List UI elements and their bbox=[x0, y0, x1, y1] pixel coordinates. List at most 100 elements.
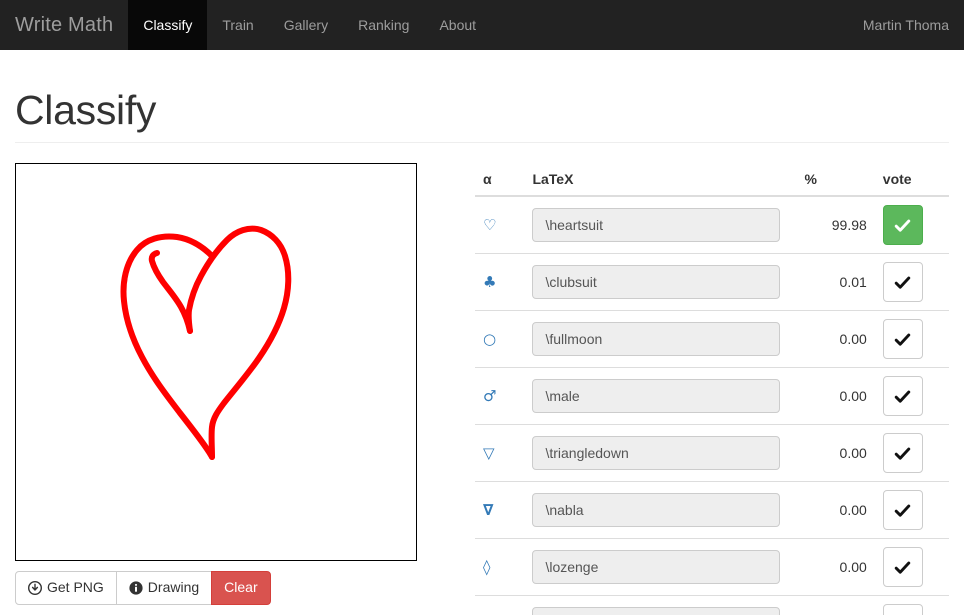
cell-symbol: ♣ bbox=[475, 254, 524, 311]
male-symbol[interactable]: ♂ bbox=[483, 387, 496, 405]
table-header-row: α LaTeX % vote bbox=[475, 163, 949, 196]
cell-latex bbox=[524, 539, 796, 596]
table-row: ◊ 0.00 bbox=[475, 539, 949, 596]
drawing-column: Get PNG Drawing Clear bbox=[15, 163, 475, 615]
table-head: α LaTeX % vote bbox=[475, 163, 949, 196]
vote-button[interactable] bbox=[883, 319, 923, 359]
cell-latex bbox=[524, 482, 796, 539]
canvas-toolbar: Get PNG Drawing Clear bbox=[15, 571, 460, 605]
cell-percent: 0.00 bbox=[796, 482, 874, 539]
top-navbar: Write Math Classify Train Gallery Rankin… bbox=[0, 0, 964, 50]
nav-links: Classify Train Gallery Ranking About bbox=[128, 0, 491, 50]
cell-symbol: ▽ bbox=[475, 425, 524, 482]
vote-button[interactable] bbox=[883, 433, 923, 473]
table-row: ♂ 0.00 bbox=[475, 368, 949, 425]
latex-input[interactable] bbox=[532, 436, 780, 470]
page-title: Classify bbox=[15, 88, 949, 133]
drawing-strokes bbox=[16, 164, 416, 560]
brand-link[interactable]: Write Math bbox=[0, 0, 128, 50]
vote-button[interactable] bbox=[883, 205, 923, 245]
cell-percent: 0.00 bbox=[796, 539, 874, 596]
vote-button[interactable] bbox=[883, 490, 923, 530]
vote-button[interactable] bbox=[883, 376, 923, 416]
results-column: α LaTeX % vote ♡ 99.98 ♣ 0.01 ○ 0.00 ♂ 0.00 ▽ 0.0… bbox=[475, 163, 949, 615]
check-icon bbox=[894, 217, 911, 234]
classification-results-table: α LaTeX % vote ♡ 99.98 ♣ 0.01 ○ 0.00 ♂ 0.00 ▽ 0.0… bbox=[475, 163, 949, 615]
get-png-label: Get PNG bbox=[47, 578, 104, 598]
canvas-button-group: Get PNG Drawing Clear bbox=[15, 571, 271, 605]
nav-item-ranking[interactable]: Ranking bbox=[343, 0, 424, 50]
latex-input[interactable] bbox=[532, 379, 780, 413]
cell-vote bbox=[875, 539, 949, 596]
check-icon bbox=[894, 502, 911, 519]
table-row: ♡ 99.98 bbox=[475, 196, 949, 254]
page-container: Classify bbox=[0, 88, 964, 615]
table-row: ▽ 0.00 bbox=[475, 425, 949, 482]
cell-percent: 0.00 bbox=[796, 368, 874, 425]
nabla-symbol[interactable]: ∇ bbox=[483, 501, 493, 519]
cell-percent: 99.98 bbox=[796, 196, 874, 254]
cell-symbol: ∇ bbox=[475, 482, 524, 539]
cell-symbol: ♡ bbox=[475, 196, 524, 254]
latex-input[interactable] bbox=[532, 493, 780, 527]
cell-vote bbox=[875, 368, 949, 425]
nav-item-train[interactable]: Train bbox=[207, 0, 268, 50]
latex-input[interactable] bbox=[532, 208, 780, 242]
header-latex: LaTeX bbox=[524, 163, 796, 196]
check-icon bbox=[894, 445, 911, 462]
cell-symbol: ⊙ bbox=[475, 596, 524, 615]
check-icon bbox=[894, 388, 911, 405]
table-row: ♣ 0.01 bbox=[475, 254, 949, 311]
get-png-button[interactable]: Get PNG bbox=[15, 571, 117, 605]
clear-button[interactable]: Clear bbox=[211, 571, 270, 605]
header-alpha: α bbox=[475, 163, 524, 196]
table-row: ∇ 0.00 bbox=[475, 482, 949, 539]
lozenge-symbol[interactable]: ◊ bbox=[483, 558, 490, 576]
drawing-info-button[interactable]: Drawing bbox=[116, 571, 212, 605]
cell-symbol: ◊ bbox=[475, 539, 524, 596]
vote-button[interactable] bbox=[883, 604, 923, 615]
latex-input[interactable] bbox=[532, 607, 780, 615]
cell-vote bbox=[875, 196, 949, 254]
cell-percent: 0.00 bbox=[796, 311, 874, 368]
cell-vote bbox=[875, 596, 949, 615]
header-vote: vote bbox=[875, 163, 949, 196]
latex-input[interactable] bbox=[532, 265, 780, 299]
page-header: Classify bbox=[15, 88, 949, 143]
cell-vote bbox=[875, 254, 949, 311]
cell-latex bbox=[524, 254, 796, 311]
cell-latex bbox=[524, 425, 796, 482]
cell-percent: 0.00 bbox=[796, 596, 874, 615]
fullmoon-symbol[interactable]: ○ bbox=[483, 330, 496, 348]
cell-percent: 0.01 bbox=[796, 254, 874, 311]
latex-input[interactable] bbox=[532, 322, 780, 356]
nav-item-about[interactable]: About bbox=[424, 0, 491, 50]
triangledown-symbol[interactable]: ▽ bbox=[483, 444, 495, 462]
check-icon bbox=[894, 274, 911, 291]
cell-vote bbox=[875, 311, 949, 368]
nav-item-classify[interactable]: Classify bbox=[128, 0, 207, 50]
vote-button[interactable] bbox=[883, 262, 923, 302]
table-row: ⊙ 0.00 bbox=[475, 596, 949, 615]
cell-latex bbox=[524, 196, 796, 254]
nav-user-name[interactable]: Martin Thoma bbox=[848, 0, 964, 50]
drawing-info-label: Drawing bbox=[148, 578, 199, 598]
cell-symbol: ♂ bbox=[475, 368, 524, 425]
cell-latex bbox=[524, 311, 796, 368]
cell-percent: 0.00 bbox=[796, 425, 874, 482]
info-sign-icon bbox=[129, 581, 143, 595]
heartsuit-symbol[interactable]: ♡ bbox=[483, 216, 496, 234]
header-percent: % bbox=[796, 163, 874, 196]
clubsuit-symbol[interactable]: ♣ bbox=[483, 273, 496, 291]
cell-vote bbox=[875, 482, 949, 539]
table-body: ♡ 99.98 ♣ 0.01 ○ 0.00 ♂ 0.00 ▽ 0.00 ∇ 0.00 ◊ 0.00 ⊙ 0.0… bbox=[475, 196, 949, 615]
cell-latex bbox=[524, 596, 796, 615]
cell-latex bbox=[524, 368, 796, 425]
nav-item-gallery[interactable]: Gallery bbox=[269, 0, 343, 50]
latex-input[interactable] bbox=[532, 550, 780, 584]
check-icon bbox=[894, 559, 911, 576]
vote-button[interactable] bbox=[883, 547, 923, 587]
cell-vote bbox=[875, 425, 949, 482]
drawing-canvas[interactable] bbox=[15, 163, 417, 561]
table-row: ○ 0.00 bbox=[475, 311, 949, 368]
